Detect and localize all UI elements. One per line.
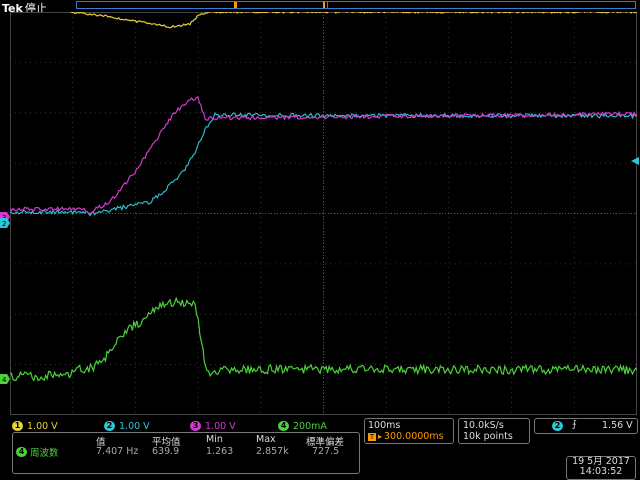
- time-text: 14:03:52: [567, 467, 635, 477]
- record-view-bar[interactable]: [76, 1, 636, 9]
- record-window: [77, 2, 328, 8]
- meas-source: 4 周波数: [16, 446, 59, 458]
- ch2-scale[interactable]: 2 1.00 V: [104, 420, 150, 432]
- ch3-scale-value: 1.00 V: [205, 421, 236, 432]
- ch3-scale[interactable]: 3 1.00 V: [190, 420, 236, 432]
- ch1-scale[interactable]: 1 1.00 V: [12, 420, 58, 432]
- ch2-ground-marker[interactable]: 2: [0, 213, 10, 223]
- timebase-scale: 100ms: [368, 420, 400, 431]
- trigger-position-marker: [234, 2, 237, 8]
- ch4-marker-label: 4: [2, 376, 7, 384]
- ch1-scale-value: 1.00 V: [27, 421, 58, 432]
- ch3-badge: 3: [190, 421, 201, 431]
- trigger-source-badge: 2: [552, 421, 563, 431]
- timestamp: 19 5月 2017 14:03:52: [566, 456, 636, 480]
- ch1-waveform: [70, 12, 637, 28]
- meas-header-min: Min: [206, 434, 223, 445]
- ch4-ground-marker[interactable]: 4: [0, 369, 10, 379]
- waveform-svg: [10, 12, 637, 415]
- arrow-right-icon: ▸: [378, 432, 382, 441]
- trigger-t-icon: T: [368, 433, 376, 441]
- record-length: 10k points: [463, 431, 513, 442]
- ch2-scale-value: 1.00 V: [119, 421, 150, 432]
- ch4-scale[interactable]: 4 200mA: [278, 420, 327, 432]
- waveform-display[interactable]: [10, 12, 637, 415]
- readout-area: 1 1.00 V 2 1.00 V 3 1.00 V 4 200mA 值 平均值…: [0, 416, 640, 480]
- meas-type-label: 周波数: [30, 445, 59, 459]
- meas-channel-badge: 4: [16, 447, 27, 457]
- ch4-badge: 4: [278, 421, 289, 431]
- center-marker: [323, 2, 325, 8]
- ch2-badge: 2: [104, 421, 115, 431]
- meas-value: 7.407 Hz: [96, 446, 138, 457]
- trigger-position: T ▸ 300.0000ms: [368, 431, 444, 442]
- ch2-waveform: [10, 113, 637, 216]
- meas-mean: 639.9: [152, 446, 179, 457]
- sample-rate: 10.0kS/s: [463, 420, 504, 431]
- ch1-badge: 1: [12, 421, 23, 431]
- meas-min: 1.263: [206, 446, 233, 457]
- ch2-marker-label: 2: [2, 220, 6, 228]
- trigger-level-marker[interactable]: [631, 150, 639, 158]
- meas-max: 2.857k: [256, 446, 289, 457]
- meas-stddev: 727.5: [312, 446, 339, 457]
- rising-edge-icon: ⨍: [572, 419, 577, 430]
- meas-header-max: Max: [256, 434, 276, 445]
- trigger-level: 1.56 V: [602, 420, 633, 431]
- trigger-position-value: 300.0000ms: [384, 431, 444, 442]
- ch4-scale-value: 200mA: [293, 421, 327, 432]
